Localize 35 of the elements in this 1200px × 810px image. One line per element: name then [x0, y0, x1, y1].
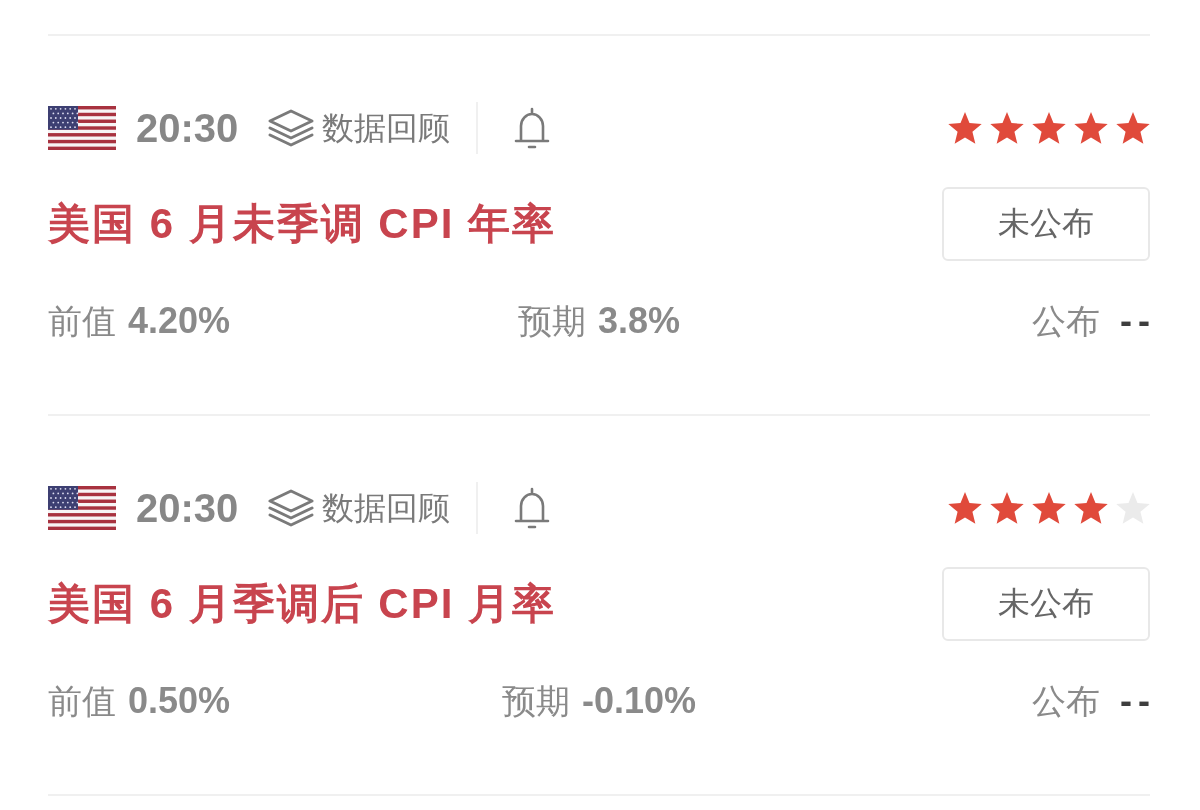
previous-label: 前值 [48, 681, 116, 722]
flag-icon [48, 106, 116, 150]
actual-label: 公布 [1032, 681, 1100, 722]
data-review-button[interactable]: 数据回顾 [268, 489, 451, 527]
actual-label: 公布 [1032, 301, 1100, 342]
previous-value: 4.20% [128, 300, 231, 342]
status-button[interactable]: 未公布 [942, 187, 1150, 261]
event-title: 美国 6 月季调后 CPI 月率 [48, 580, 557, 628]
event-title: 美国 6 月未季调 CPI 年率 [48, 200, 557, 248]
star-icon [1032, 491, 1066, 525]
star-icon [1032, 111, 1066, 145]
event-time: 20:30 [136, 488, 239, 528]
data-review-button[interactable]: 数据回顾 [268, 109, 451, 147]
forecast-value: 3.8% [597, 300, 681, 342]
layers-icon [268, 489, 315, 527]
star-icon [990, 491, 1024, 525]
flag-icon [48, 486, 116, 530]
previous-label: 前值 [48, 301, 116, 342]
star-icon [1074, 491, 1108, 525]
previous-value: 0.50% [128, 680, 231, 722]
actual-value: -- [1120, 680, 1156, 722]
bell-icon[interactable] [514, 487, 551, 529]
actual-value: -- [1120, 300, 1156, 342]
forecast-label: 预期 [501, 681, 570, 722]
star-icon [948, 111, 982, 145]
status-button[interactable]: 未公布 [942, 567, 1150, 641]
event-time: 20:30 [136, 108, 239, 148]
layers-icon [268, 109, 315, 147]
forecast-label: 预期 [517, 301, 586, 342]
bell-icon[interactable] [514, 107, 551, 149]
star-icon [948, 491, 982, 525]
star-icon [1116, 111, 1150, 145]
star-icon [1074, 111, 1108, 145]
forecast-value: -0.10% [581, 680, 697, 722]
star-icon [990, 111, 1024, 145]
